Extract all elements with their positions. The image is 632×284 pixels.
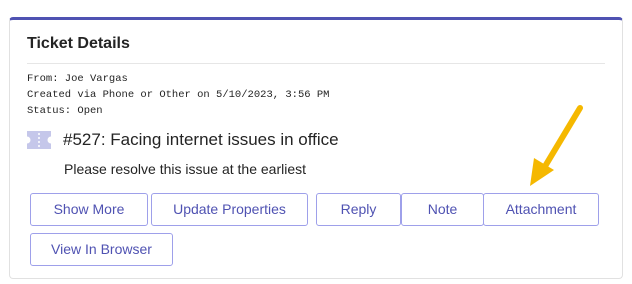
show-more-button[interactable]: Show More <box>30 193 148 226</box>
status-line: Status: Open <box>27 105 103 117</box>
from-line: From: Joe Vargas <box>27 73 128 85</box>
card-title: Ticket Details <box>27 35 130 52</box>
created-line: Created via Phone or Other on 5/10/2023,… <box>27 89 330 101</box>
view-in-browser-button[interactable]: View In Browser <box>30 233 173 266</box>
ticket-meta: From: Joe Vargas Created via Phone or Ot… <box>27 71 329 119</box>
pointer-arrow-icon <box>530 105 583 186</box>
ticket-header: #527: Facing internet issues in office <box>27 128 339 152</box>
note-button[interactable]: Note <box>401 193 484 226</box>
ticket-description: Please resolve this issue at the earlies… <box>64 161 307 177</box>
reply-button[interactable]: Reply <box>316 193 401 226</box>
update-properties-button[interactable]: Update Properties <box>151 193 308 226</box>
ticket-title: #527: Facing internet issues in office <box>63 130 339 149</box>
title-divider <box>27 63 605 64</box>
attachment-button[interactable]: Attachment <box>483 193 599 226</box>
ticket-icon <box>27 131 51 149</box>
